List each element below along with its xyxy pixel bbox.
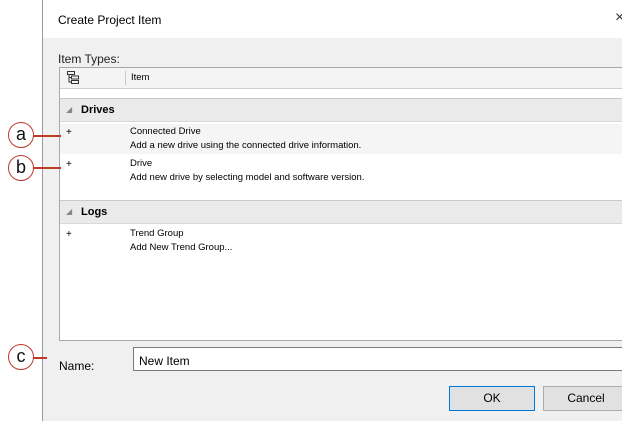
item-description: Add a new drive using the connected driv… [130,140,362,151]
group-label-drives: Drives [81,104,115,116]
item-description: Add New Trend Group... [130,242,233,253]
list-item-trend-group[interactable]: + Trend Group Add New Trend Group... [60,226,622,256]
item-description: Add new drive by selecting model and sof… [130,172,365,183]
name-label: Name: [59,359,95,373]
column-divider [125,71,126,85]
expand-plus-icon[interactable]: + [66,159,72,170]
name-input[interactable] [133,347,622,371]
item-name: Trend Group [130,228,184,239]
item-types-list[interactable]: Item ◢ Drives + Connected Drive Add a ne… [59,67,622,341]
group-header-logs[interactable]: ◢ Logs [60,200,622,224]
callout-b: b [8,155,34,181]
item-name: Connected Drive [130,126,201,137]
group-header-drives[interactable]: ◢ Drives [60,98,622,122]
callout-c: c [8,344,34,370]
create-project-item-dialog: Create Project Item × Item Types: Item ◢… [42,0,622,421]
list-item-connected-drive[interactable]: + Connected Drive Add a new drive using … [60,124,622,154]
cancel-button[interactable]: Cancel [543,386,622,411]
callout-line-a [33,135,61,137]
ok-button[interactable]: OK [449,386,535,411]
callout-a: a [8,122,34,148]
close-icon[interactable]: × [615,9,622,27]
column-header-item[interactable]: Item [131,72,149,83]
collapse-arrow-icon[interactable]: ◢ [66,105,72,114]
title-bar: Create Project Item × [43,0,622,38]
callout-line-b [33,167,61,169]
column-header: Item [60,68,622,89]
dialog-title: Create Project Item [58,13,162,27]
expand-plus-icon[interactable]: + [66,229,72,240]
expand-plus-icon[interactable]: + [66,127,72,138]
collapse-arrow-icon[interactable]: ◢ [66,207,72,216]
group-label-logs: Logs [81,206,108,218]
list-item-drive[interactable]: + Drive Add new drive by selecting model… [60,156,622,186]
tree-view-icon[interactable] [67,71,79,84]
item-types-label: Item Types: [58,52,120,66]
item-name: Drive [130,158,153,169]
callout-line-c [33,357,47,359]
